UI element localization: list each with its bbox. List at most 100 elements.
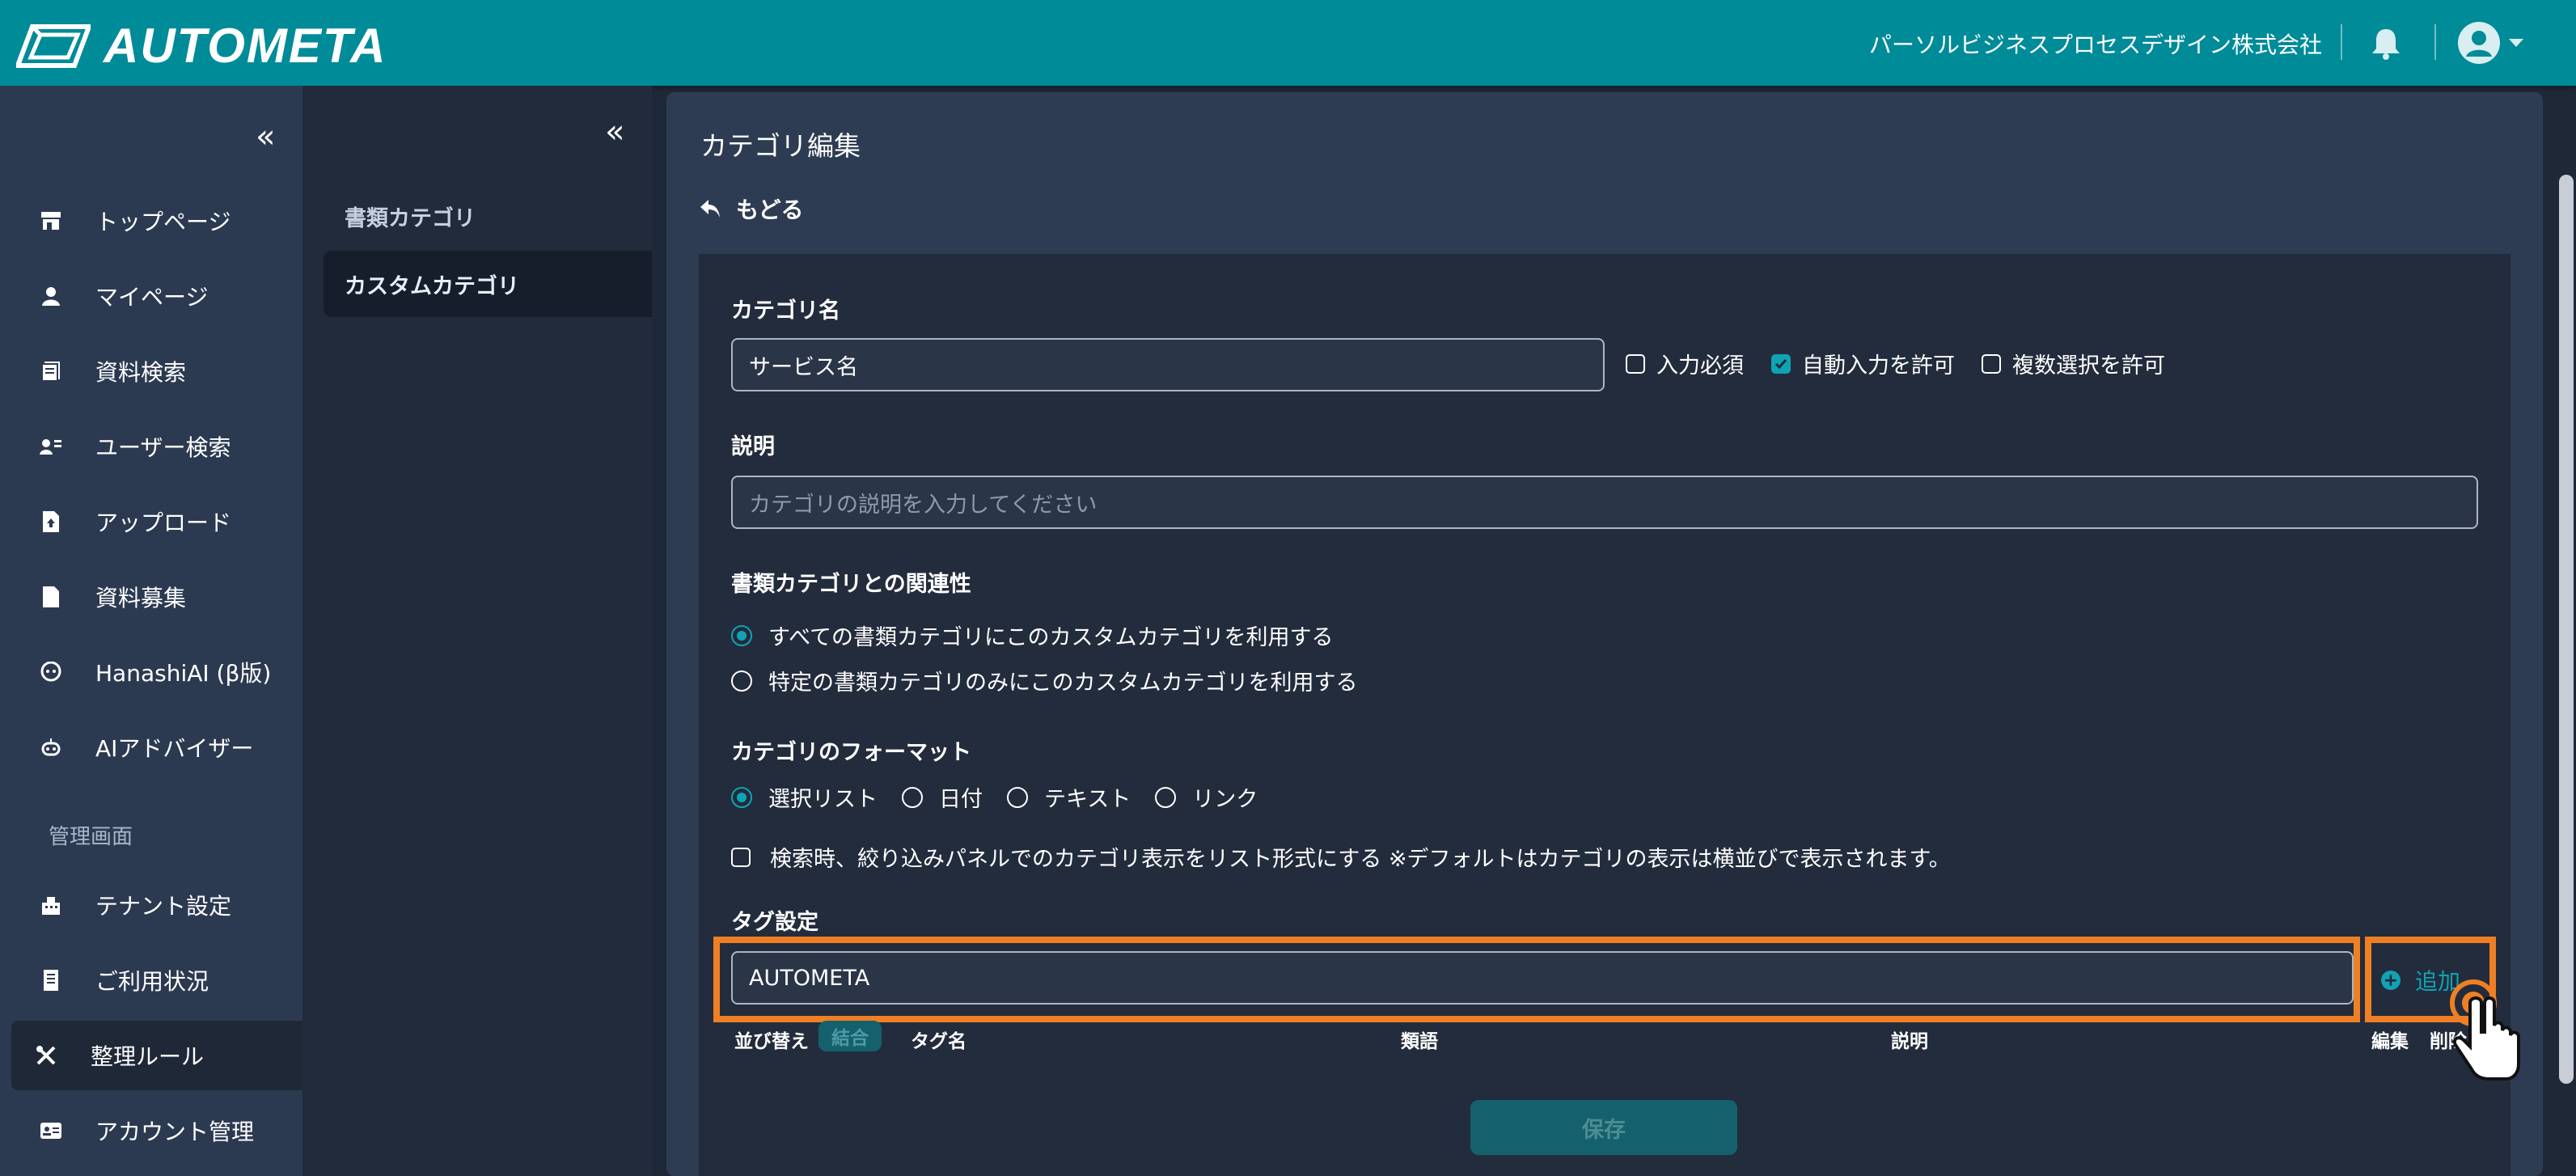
logo-icon: [16, 23, 91, 68]
radio-label: 選択リスト: [768, 787, 878, 812]
list-format-checkbox[interactable]: 検索時、絞り込みパネルでのカテゴリ表示をリスト形式にする ※デフォルトはカテゴリ…: [731, 841, 1951, 873]
sidebar-item-label: 整理ルール: [91, 1043, 205, 1070]
radio-checked-icon: [731, 786, 752, 808]
format-option-text[interactable]: テキスト: [1007, 781, 1131, 813]
column-header-tag-name: タグ名: [911, 1031, 967, 1052]
avatar-icon: [2458, 22, 2500, 64]
subnav-item-label: 書類カテゴリ: [345, 205, 476, 231]
subnav-item-custom-category[interactable]: カスタムカテゴリ: [324, 251, 652, 317]
column-header-synonym: 類語: [1401, 1031, 1438, 1052]
subnav-item-label: カスタムカテゴリ: [345, 273, 519, 299]
format-label: カテゴリのフォーマット: [731, 740, 971, 765]
notification-bell-icon[interactable]: [2370, 26, 2402, 63]
checkbox-icon: [1982, 353, 2001, 374]
radio-label: 特定の書類カテゴリのみにこのカスタムカテゴリを利用する: [768, 670, 1358, 696]
robot-icon: [39, 735, 63, 759]
sidebar-item-hanashiai[interactable]: HanashiAI (β版): [11, 637, 302, 707]
description-input[interactable]: カテゴリの説明を入力してください: [731, 476, 2478, 529]
radio-checked-icon: [731, 624, 752, 646]
radio-label: すべての書類カテゴリにこのカスタムカテゴリを利用する: [768, 625, 1334, 650]
radio-icon: [1155, 786, 1177, 808]
radio-label: リンク: [1192, 787, 1258, 812]
required-checkbox[interactable]: 入力必須: [1626, 348, 1744, 379]
checkbox-label: 自動入力を許可: [1802, 353, 1955, 379]
tools-icon: [34, 1043, 58, 1068]
column-header-sort: 並び替え: [734, 1031, 809, 1052]
checkbox-label: 検索時、絞り込みパネルでのカテゴリ表示をリスト形式にする ※デフォルトはカテゴリ…: [770, 847, 1951, 872]
receipt-icon: [39, 968, 63, 992]
sidebar-item-my-page[interactable]: マイページ: [11, 261, 302, 331]
back-arrow-icon: [700, 200, 720, 218]
format-option-date[interactable]: 日付: [902, 781, 983, 813]
relation-option-all[interactable]: すべての書類カテゴリにこのカスタムカテゴリを利用する: [731, 620, 1334, 651]
chevron-down-icon: [2509, 39, 2523, 47]
tag-input[interactable]: AUTOMETA: [731, 951, 2354, 1005]
admin-section-label: 管理画面: [49, 825, 133, 849]
sidebar-item-usage[interactable]: ご利用状況: [11, 945, 302, 1015]
radio-icon: [902, 786, 923, 808]
auto-input-checkbox[interactable]: 自動入力を許可: [1771, 348, 1955, 379]
radio-icon: [731, 670, 752, 692]
top-bar: AUTOMETA パーソルビジネスプロセスデザイン株式会社: [0, 0, 2576, 86]
sidebar-item-organize-rules[interactable]: 整理ルール: [11, 1021, 302, 1090]
logo[interactable]: AUTOMETA: [16, 18, 387, 74]
category-name-input[interactable]: サービス名: [731, 338, 1605, 391]
format-option-select-list[interactable]: 選択リスト: [731, 781, 878, 813]
sidebar-item-label: トップページ: [95, 209, 231, 235]
sidebar-item-label: ユーザー検索: [95, 434, 231, 461]
sidebar-item-label: HanashiAI (β版): [95, 660, 272, 687]
merge-button[interactable]: 結合: [818, 1021, 882, 1051]
user-menu[interactable]: [2457, 21, 2525, 65]
category-name-label: カテゴリ名: [731, 298, 840, 324]
page-title: カテゴリ編集: [700, 130, 861, 162]
sidebar-item-label: マイページ: [95, 284, 209, 311]
sidebar-item-user-search[interactable]: ユーザー検索: [11, 412, 302, 481]
building-icon: [39, 893, 63, 917]
multi-select-checkbox[interactable]: 複数選択を許可: [1982, 348, 2165, 379]
description-label: 説明: [731, 434, 775, 459]
relation-label: 書類カテゴリとの関連性: [731, 572, 971, 597]
person-icon: [39, 284, 63, 308]
scrollbar[interactable]: [2559, 175, 2574, 1084]
sidebar-item-account-management[interactable]: アカウント管理: [11, 1096, 302, 1165]
sidebar-item-label: AIアドバイザー: [95, 735, 254, 762]
id-card-icon: [39, 1119, 63, 1143]
collapse-subnav-icon[interactable]: «: [605, 113, 624, 150]
sidebar-item-tenant-settings[interactable]: テナント設定: [11, 870, 302, 940]
document-search-icon: [39, 359, 63, 383]
divider: [2341, 24, 2342, 60]
chat-icon: [39, 660, 63, 684]
checkbox-icon: [731, 847, 751, 867]
sidebar-item-label: 資料検索: [95, 359, 187, 386]
sidebar-item-label: テナント設定: [95, 893, 232, 920]
collapse-sidebar-icon[interactable]: «: [256, 118, 275, 155]
subnav-item-document-category[interactable]: 書類カテゴリ: [324, 183, 652, 249]
sidebar-item-upload[interactable]: アップロード: [11, 487, 302, 556]
company-name: パーソルビジネスプロセスデザイン株式会社: [1868, 32, 2322, 58]
sub-navigation: [302, 86, 652, 1176]
divider: [2434, 24, 2436, 60]
relation-option-specific[interactable]: 特定の書類カテゴリのみにこのカスタムカテゴリを利用する: [731, 665, 1357, 696]
sidebar-item-top-page[interactable]: トップページ: [11, 186, 302, 256]
save-button[interactable]: 保存: [1470, 1100, 1737, 1155]
store-icon: [39, 209, 63, 233]
radio-label: 日付: [939, 787, 983, 812]
back-label: もどる: [736, 197, 804, 223]
radio-icon: [1007, 786, 1028, 808]
sidebar-item-document-search[interactable]: 資料検索: [11, 336, 302, 406]
sidebar-item-label: アップロード: [95, 510, 232, 536]
sidebar-item-ai-advisor[interactable]: AIアドバイザー: [11, 713, 302, 782]
checkbox-label: 入力必須: [1656, 353, 1744, 379]
pointer-cursor-icon: [2436, 979, 2525, 1087]
checkbox-checked-icon: [1771, 353, 1791, 374]
format-option-link[interactable]: リンク: [1155, 781, 1258, 813]
sidebar-item-document-request[interactable]: 資料募集: [11, 562, 302, 632]
file-upload-icon: [39, 510, 63, 534]
back-button[interactable]: もどる: [699, 192, 803, 225]
logo-text: AUTOMETA: [104, 19, 387, 73]
sidebar-item-label: アカウント管理: [95, 1119, 255, 1145]
column-header-description: 説明: [1891, 1031, 1928, 1052]
checkbox-label: 複数選択を許可: [2012, 353, 2165, 379]
user-search-icon: [39, 434, 63, 459]
tag-settings-label: タグ設定: [731, 910, 818, 935]
